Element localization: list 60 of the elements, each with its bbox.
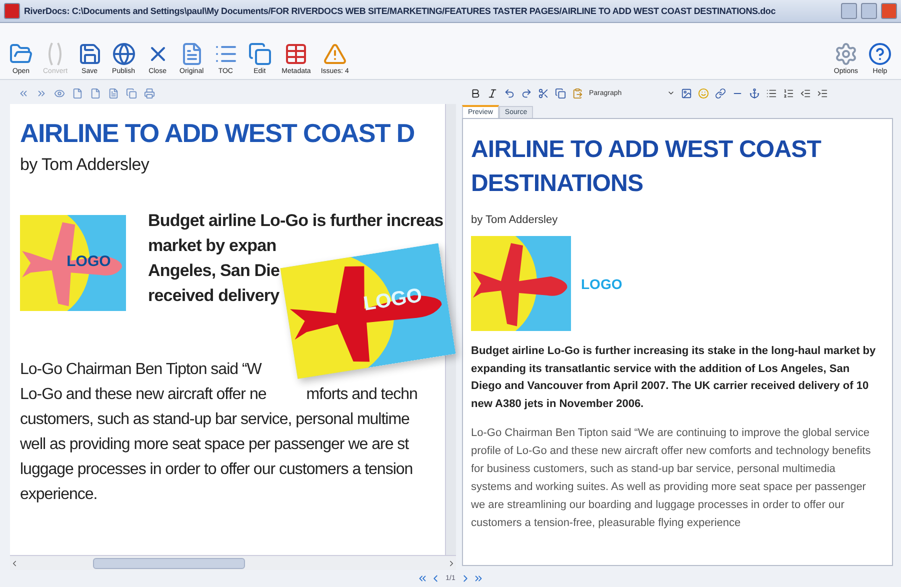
body-text-line: experience. — [20, 486, 98, 504]
settings-icon — [834, 42, 858, 66]
app-icon — [4, 3, 20, 19]
lead-text-line: Budget airline Lo-Go is further increas — [148, 211, 444, 231]
scroll-left-icon[interactable] — [10, 558, 19, 568]
window-title: RiverDocs: C:\Documents and Settings\paul\My Documents/FOR RIVERDOCS WEB SITE/MARKETING/FEATURES TASTER PAGES/AIRLINE TO ADD WEST COAST DESTINATIONS.doc — [24, 6, 776, 16]
caret-icon — [667, 89, 675, 97]
first-page-icon[interactable] — [416, 573, 428, 584]
printer-icon[interactable] — [144, 88, 155, 98]
parentheses-icon — [47, 42, 64, 66]
byline: by Tom Addersley — [471, 214, 559, 226]
back-icon[interactable] — [18, 88, 29, 98]
cut-icon[interactable] — [538, 88, 549, 98]
document-icon[interactable] — [108, 88, 119, 98]
horizontal-scrollbar[interactable] — [10, 555, 456, 570]
documents-icon[interactable] — [126, 88, 137, 98]
page-icon[interactable] — [90, 88, 101, 98]
indent-icon[interactable] — [817, 88, 828, 98]
anchor-icon[interactable] — [749, 88, 760, 98]
view-icon[interactable] — [54, 88, 65, 98]
logo-text: LOGO — [66, 253, 111, 270]
undo-icon[interactable] — [504, 88, 515, 98]
body-text-line: luggage processes in order to offer our customers a tension — [20, 461, 413, 479]
lead-paragraph: Budget airline Lo-Go is further increasing its stake in the long-haul market by expanding its transatlantic service with the addition of Los Angeles, San Diego and Vancouver from April 2007. The UK carrier received delivery of 10 new A380 jets in November 2006. — [471, 344, 877, 412]
redo-icon[interactable] — [521, 88, 532, 98]
body-text-line: mforts and techn — [306, 386, 418, 404]
copy-icon[interactable] — [555, 88, 566, 98]
help-icon — [868, 42, 892, 66]
paste-icon[interactable] — [572, 88, 583, 98]
logo-text: LOGO — [581, 276, 622, 292]
logo-text: LOGO — [362, 284, 424, 317]
outdent-icon[interactable] — [800, 88, 811, 98]
numbered-list-icon[interactable] — [783, 88, 794, 98]
lead-text-line: market by expan — [148, 236, 276, 256]
vertical-scrollbar[interactable] — [445, 104, 456, 555]
byline: by Tom Addersley — [20, 155, 150, 175]
scroll-thumb[interactable] — [93, 558, 245, 568]
forward-icon[interactable] — [36, 88, 47, 98]
italic-icon[interactable] — [487, 88, 498, 98]
last-page-icon[interactable] — [473, 573, 484, 584]
globe-icon — [112, 42, 136, 66]
page-icon[interactable] — [72, 88, 83, 98]
body-text-line: well as providing more seat space per passenger we are st — [20, 436, 409, 454]
bold-icon[interactable] — [470, 88, 481, 98]
scroll-right-icon[interactable] — [447, 558, 456, 568]
link-icon[interactable] — [715, 88, 726, 98]
body-text-line: Lo-Go Chairman Ben Tipton said “W — [20, 361, 262, 379]
folder-icon — [9, 42, 33, 66]
body-paragraph: Lo-Go Chairman Ben Tipton said “We are continuing to improve the global service profile of Lo-Go and these new aircraft offer new comforts and technology benefits for business customers, such as stand-up bar service, personal multimedia systems and working suites. As well as providing more seat space per passenger we are streamlining our boarding and luggage processes in order to offer our customers a tension-free, pleasurable flying experience — [471, 426, 872, 532]
bullet-list-icon[interactable] — [766, 88, 777, 98]
lead-text-line: Angeles, San Die — [148, 261, 280, 281]
table-icon — [284, 42, 308, 66]
documents-icon — [248, 42, 272, 66]
document-title: AIRLINE TO ADD WEST COAST DESTINATIONS — [471, 135, 822, 199]
image-icon[interactable] — [681, 88, 692, 98]
body-text-line: Lo-Go and these new aircraft offer ne — [20, 386, 266, 404]
warning-icon — [322, 42, 347, 66]
lead-text-line: received delivery — [148, 286, 280, 306]
document-title: AIRLINE TO ADD WEST COAST D — [20, 118, 414, 149]
body-text-line: customers, such as stand-up bar service, personal multime — [20, 411, 410, 429]
